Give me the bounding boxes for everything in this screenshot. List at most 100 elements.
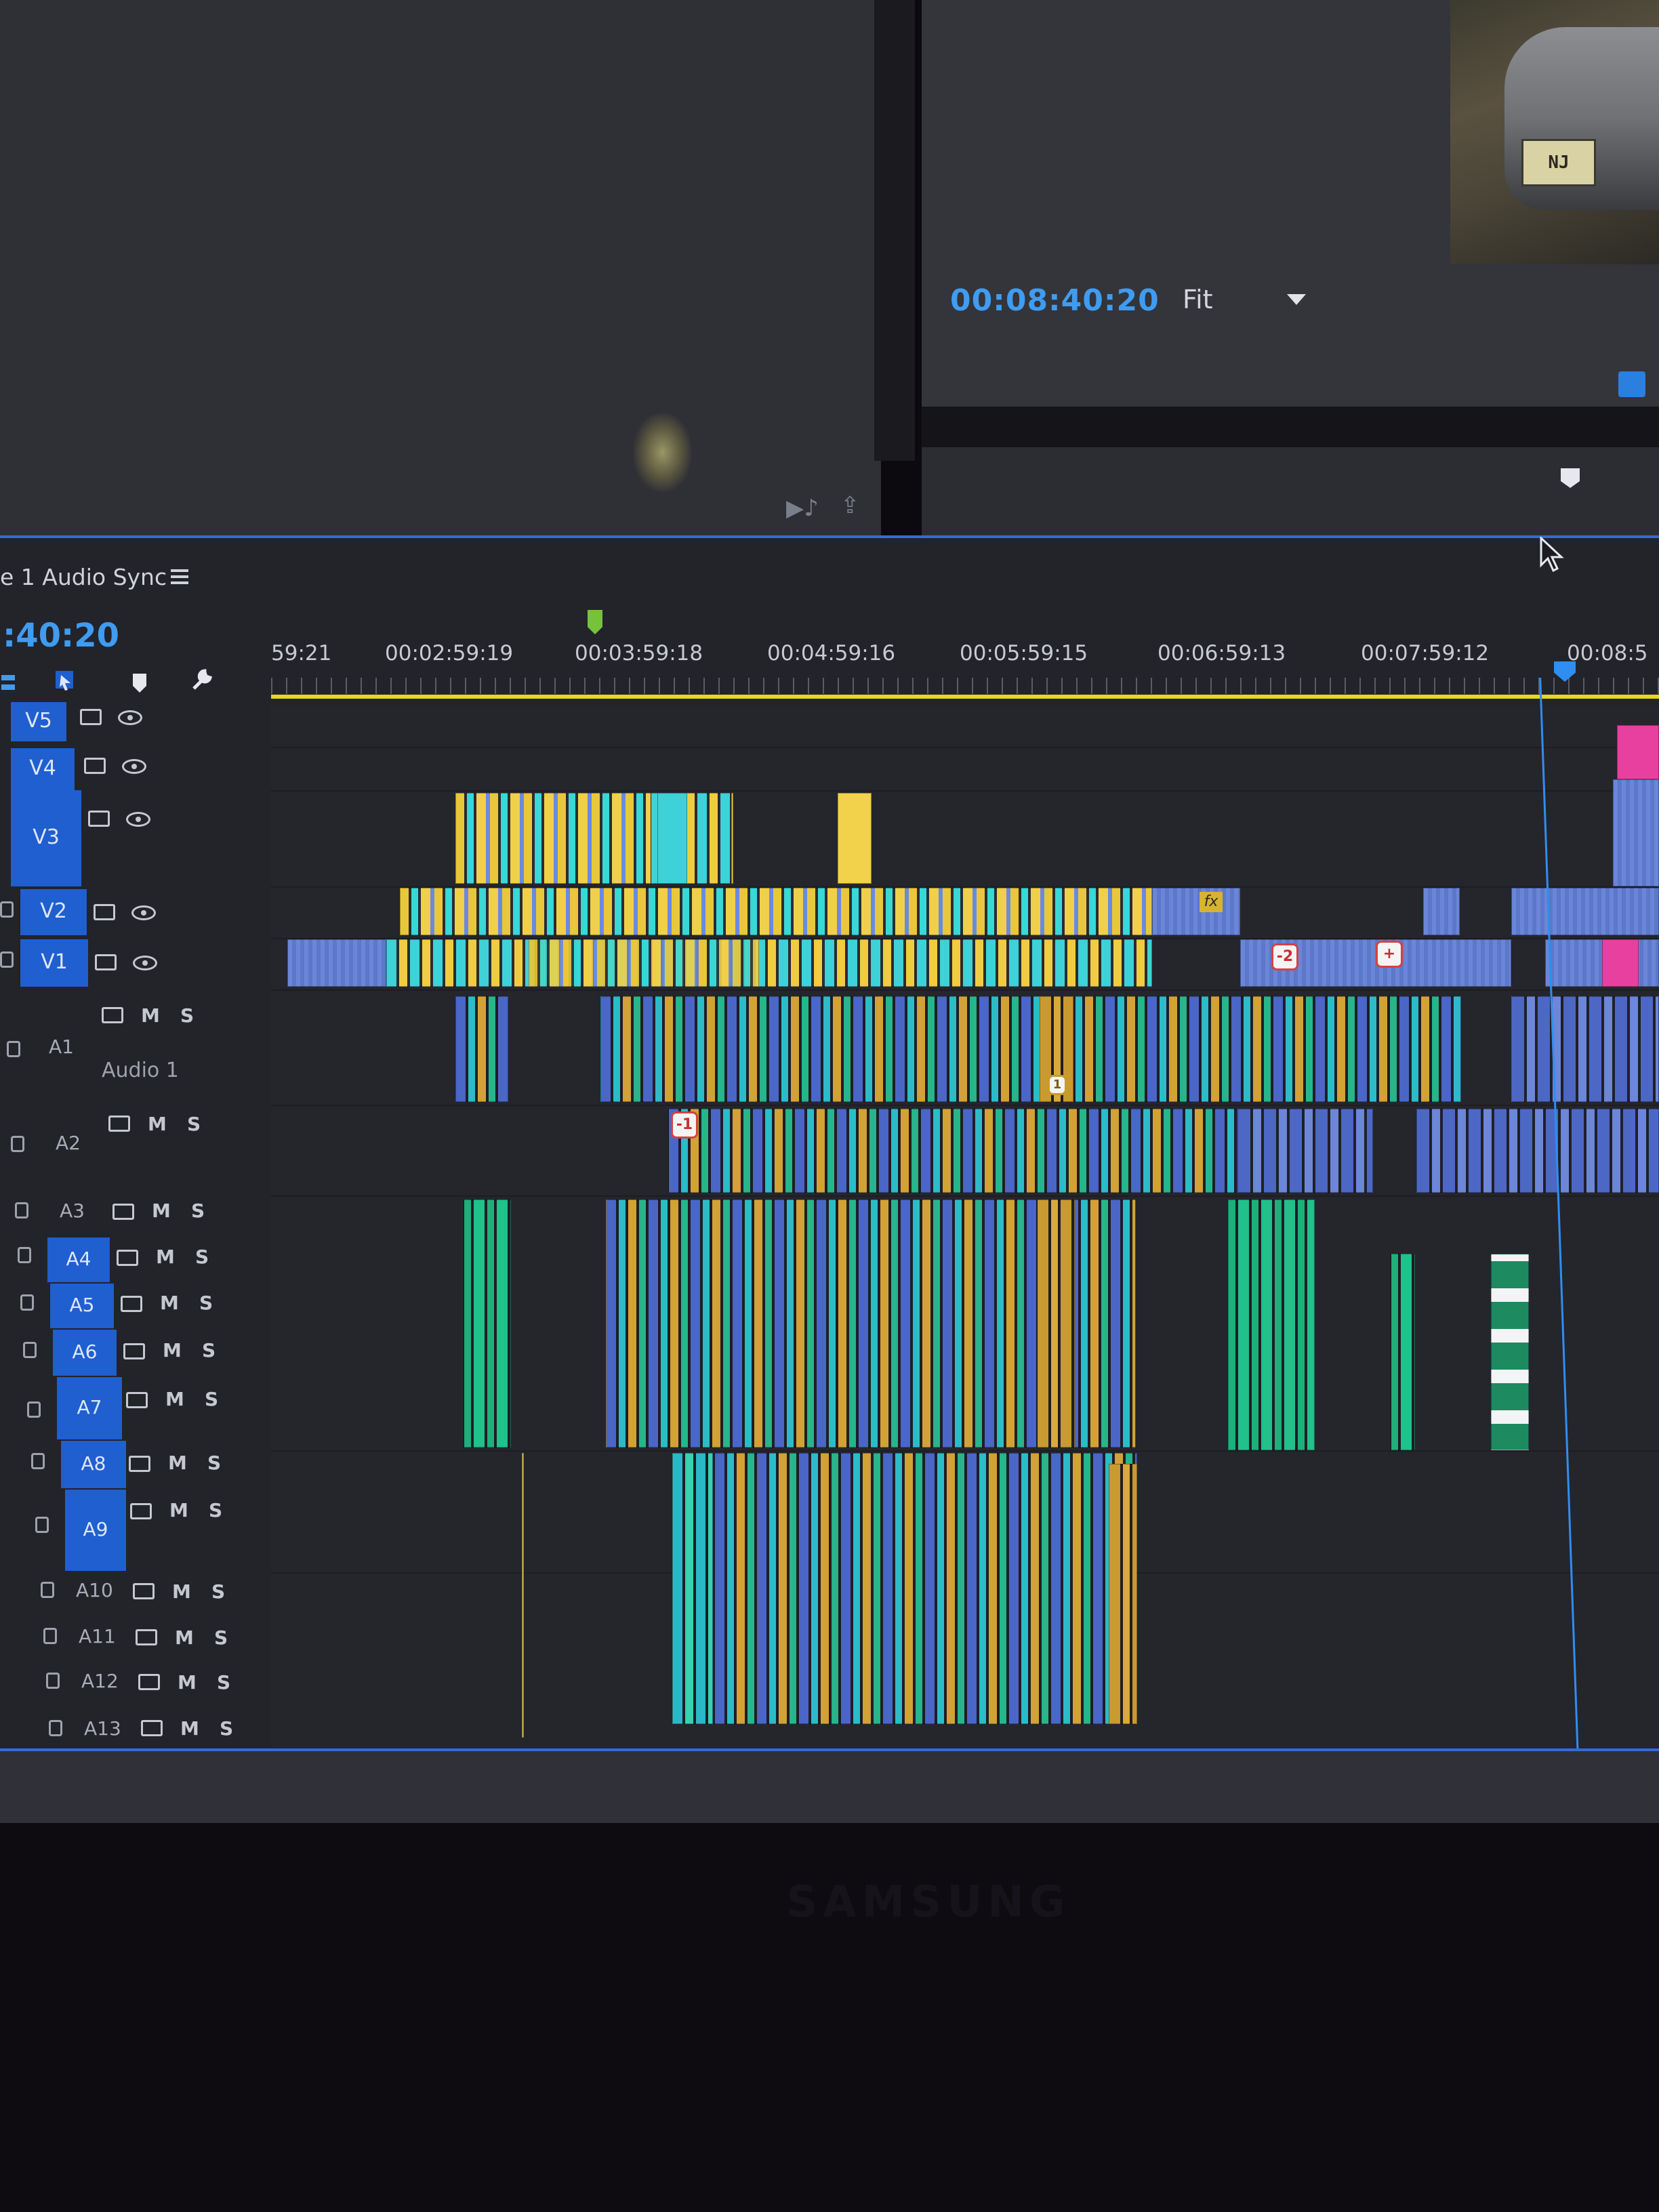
lock-icon[interactable]: [7, 1041, 20, 1057]
mute-button[interactable]: M: [160, 1292, 179, 1314]
track-target-v2[interactable]: V2: [20, 889, 87, 935]
mute-button[interactable]: M: [168, 1452, 187, 1474]
lock-icon[interactable]: [20, 1294, 34, 1311]
track-target-a4[interactable]: A4: [47, 1237, 110, 1282]
video-clip[interactable]: [529, 939, 759, 987]
wrench-icon[interactable]: [190, 667, 214, 691]
mute-button[interactable]: M: [163, 1339, 182, 1361]
mute-button[interactable]: M: [172, 1580, 191, 1603]
lock-icon[interactable]: [0, 951, 14, 968]
video-clip[interactable]: [1602, 939, 1639, 987]
sync-lock-icon[interactable]: [121, 1296, 142, 1312]
eye-icon[interactable]: [122, 759, 146, 774]
video-clip[interactable]: [1152, 888, 1240, 935]
sync-lock-icon[interactable]: [123, 1343, 145, 1359]
sequence-tab[interactable]: e 1 Audio Sync: [0, 564, 167, 590]
audio-clip[interactable]: [455, 996, 508, 1102]
solo-button[interactable]: S: [191, 1200, 205, 1222]
solo-button[interactable]: S: [205, 1388, 218, 1410]
mute-button[interactable]: M: [148, 1113, 167, 1135]
audio-clip[interactable]: [464, 1200, 511, 1448]
audio-clip[interactable]: [522, 1453, 524, 1738]
lock-icon[interactable]: [15, 1202, 28, 1218]
solo-button[interactable]: S: [214, 1626, 228, 1649]
sync-lock-icon[interactable]: [138, 1674, 160, 1690]
mute-button[interactable]: M: [175, 1626, 194, 1649]
solo-button[interactable]: S: [202, 1339, 216, 1361]
solo-button[interactable]: S: [217, 1671, 230, 1694]
solo-button[interactable]: S: [209, 1499, 222, 1521]
lock-icon[interactable]: [11, 1136, 24, 1152]
sync-lock-icon[interactable]: [94, 904, 115, 920]
video-clip[interactable]: [400, 888, 1152, 935]
video-clip[interactable]: [287, 939, 386, 987]
lock-icon[interactable]: [46, 1673, 60, 1689]
solo-button[interactable]: S: [180, 1004, 194, 1027]
track-target-a7[interactable]: A7: [57, 1377, 122, 1439]
lock-icon[interactable]: [27, 1401, 41, 1418]
video-clip[interactable]: [657, 793, 687, 884]
video-clip[interactable]: [1613, 779, 1659, 886]
sync-lock-icon[interactable]: [108, 1115, 130, 1132]
lock-icon[interactable]: [41, 1582, 54, 1598]
solo-button[interactable]: S: [195, 1246, 209, 1268]
sync-lock-icon[interactable]: [88, 811, 110, 827]
panel-menu-icon[interactable]: [171, 569, 188, 584]
audio-clip[interactable]: [1037, 1200, 1075, 1448]
video-clip[interactable]: [386, 939, 1152, 987]
snap-icon[interactable]: [54, 670, 79, 694]
sync-lock-icon[interactable]: [130, 1503, 152, 1519]
eye-icon[interactable]: [118, 710, 142, 725]
video-clip[interactable]: [838, 793, 872, 884]
video-clip[interactable]: [1617, 725, 1659, 779]
audio-clip[interactable]: [1416, 1109, 1659, 1193]
video-clip[interactable]: [1423, 888, 1460, 935]
mute-button[interactable]: M: [169, 1499, 188, 1521]
track-target-a8[interactable]: A8: [61, 1441, 126, 1488]
sync-lock-icon[interactable]: [136, 1629, 157, 1645]
audio-clip[interactable]: [668, 1109, 1237, 1193]
program-timecode[interactable]: 00:08:40:20: [950, 283, 1160, 318]
lock-icon[interactable]: [31, 1453, 45, 1469]
solo-button[interactable]: S: [187, 1113, 201, 1135]
sync-lock-icon[interactable]: [102, 1007, 123, 1023]
audio-clip[interactable]: [1511, 996, 1659, 1102]
lock-icon[interactable]: [23, 1342, 37, 1358]
audio-clip[interactable]: [1228, 1200, 1315, 1450]
marker-icon[interactable]: [1618, 371, 1645, 397]
solo-button[interactable]: S: [199, 1292, 213, 1314]
eye-icon[interactable]: [133, 956, 157, 970]
work-area-bar[interactable]: [271, 695, 1659, 699]
eye-icon[interactable]: [126, 812, 150, 827]
mute-button[interactable]: M: [141, 1004, 160, 1027]
sync-lock-icon[interactable]: [112, 1204, 134, 1220]
insert-icon[interactable]: ▶♪: [786, 495, 819, 522]
lock-icon[interactable]: [18, 1247, 31, 1263]
timeline-scrollbar[interactable]: [0, 1748, 1659, 1823]
lock-icon[interactable]: [49, 1720, 62, 1736]
track-target-v4[interactable]: V4: [11, 748, 75, 790]
sync-lock-icon[interactable]: [129, 1456, 150, 1472]
audio-clip[interactable]: [600, 996, 1461, 1102]
track-target-a9[interactable]: A9: [65, 1490, 126, 1571]
mute-button[interactable]: M: [180, 1717, 199, 1740]
track-target-a5[interactable]: A5: [50, 1284, 114, 1328]
lock-icon[interactable]: [35, 1517, 49, 1533]
eye-icon[interactable]: [131, 905, 156, 920]
audio-clip[interactable]: [1109, 1464, 1137, 1724]
audio-clip[interactable]: [672, 1453, 713, 1724]
solo-button[interactable]: S: [220, 1717, 233, 1740]
mute-button[interactable]: M: [152, 1200, 171, 1222]
timeline-tracks[interactable]: fx -2 + 1 -1: [271, 705, 1659, 1762]
track-target-v3[interactable]: V3: [11, 790, 81, 886]
track-target-a6[interactable]: A6: [53, 1330, 117, 1376]
timeline-timecode[interactable]: :40:20: [3, 617, 119, 655]
export-frame-icon[interactable]: ⇪: [840, 492, 860, 519]
mute-button[interactable]: M: [156, 1246, 175, 1268]
lock-icon[interactable]: [0, 901, 14, 918]
audio-clip[interactable]: [1391, 1254, 1415, 1450]
sync-lock-icon[interactable]: [95, 954, 117, 970]
add-marker-icon[interactable]: [1559, 466, 1582, 489]
solo-button[interactable]: S: [211, 1580, 225, 1603]
program-scrub-bar[interactable]: [922, 407, 1659, 447]
